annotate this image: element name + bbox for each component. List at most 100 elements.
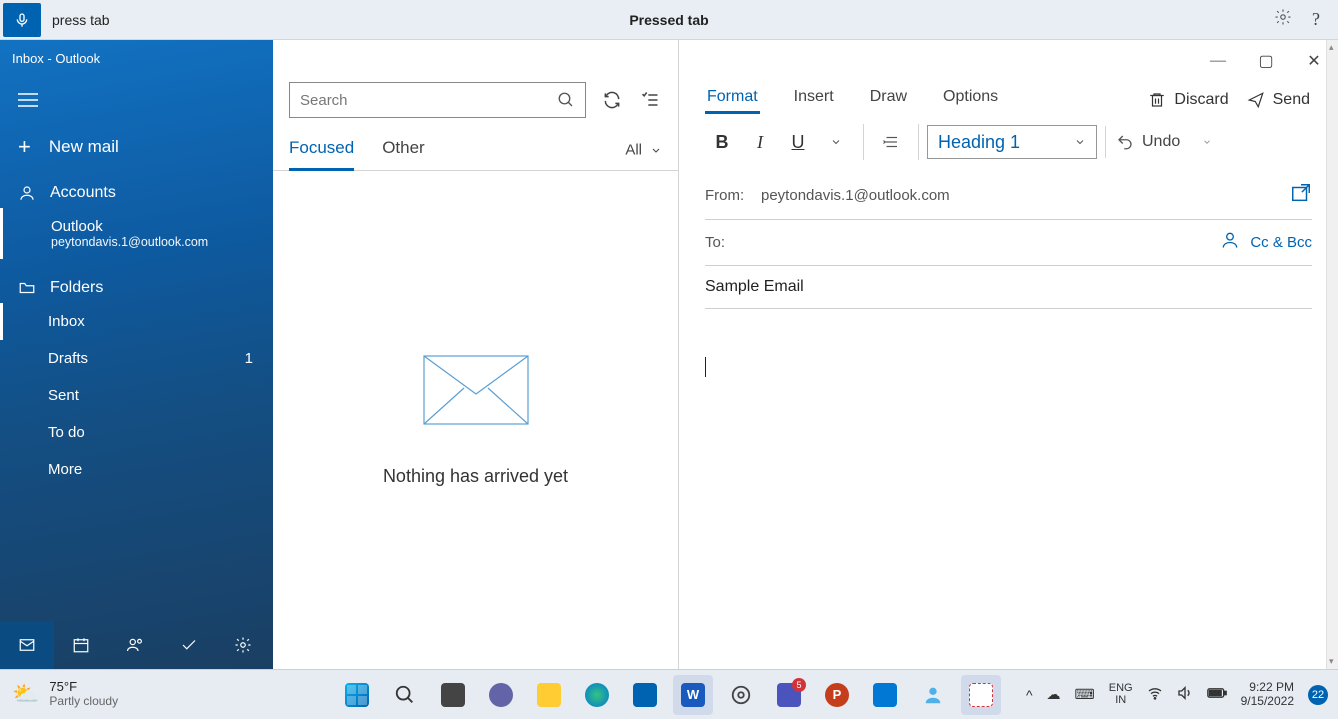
search-placeholder: Search (300, 92, 557, 109)
compose-pane: — ▢ ✕ Format Insert Draw Options Discard… (679, 40, 1338, 669)
ribbon-tab-draw[interactable]: Draw (870, 88, 907, 112)
message-list-pane: Search Focused Other All Nothing has arr… (273, 40, 679, 669)
language-selector[interactable]: ENG IN (1109, 683, 1133, 706)
voice-status: Pressed tab (629, 12, 708, 28)
tray-chevron-icon[interactable]: ^ (1026, 687, 1033, 703)
folders-header[interactable]: Folders (0, 267, 273, 303)
text-caret (705, 357, 706, 377)
search-taskbar-button[interactable] (385, 675, 425, 715)
people-app-icon[interactable] (108, 621, 162, 669)
folder-todo[interactable]: To do (0, 414, 273, 451)
sidebar: Inbox - Outlook + New mail Accounts Outl… (0, 40, 273, 669)
calendar-app-icon[interactable] (54, 621, 108, 669)
task-view-button[interactable] (433, 675, 473, 715)
bold-button[interactable]: B (703, 126, 741, 158)
send-icon (1247, 91, 1265, 109)
hamburger-menu-button[interactable] (18, 88, 42, 112)
folder-drafts[interactable]: Drafts1 (0, 340, 273, 377)
empty-message: Nothing has arrived yet (383, 466, 568, 487)
clock[interactable]: 9:22 PM 9/15/2022 (1241, 681, 1294, 707)
trash-icon (1148, 91, 1166, 109)
tab-other[interactable]: Other (382, 130, 425, 170)
settings-icon[interactable] (216, 621, 270, 669)
style-dropdown[interactable]: Heading 1 (927, 125, 1097, 159)
weather-condition: Partly cloudy (49, 695, 118, 709)
voice-input[interactable] (52, 12, 332, 28)
to-label: To: (705, 234, 761, 251)
weather-widget[interactable]: ⛅ 75°F Partly cloudy (0, 680, 118, 709)
snipping-tool-icon[interactable] (961, 675, 1001, 715)
paragraph-button[interactable] (872, 126, 910, 158)
maximize-button[interactable]: ▢ (1242, 46, 1290, 76)
word-app-icon[interactable]: W (673, 675, 713, 715)
tab-focused[interactable]: Focused (289, 130, 354, 170)
start-button[interactable] (337, 675, 377, 715)
voice-command-bar: Pressed tab ? (0, 0, 1338, 40)
plus-icon: + (18, 136, 31, 158)
weather-icon: ⛅ (12, 681, 39, 707)
onedrive-icon[interactable]: ☁ (1047, 686, 1061, 703)
chevron-down-icon (1202, 137, 1212, 147)
ribbon-tab-options[interactable]: Options (943, 88, 998, 112)
powerpoint-app-icon[interactable]: P (817, 675, 857, 715)
mail-app-icon[interactable] (0, 621, 54, 669)
search-input[interactable]: Search (289, 82, 586, 118)
ribbon-tab-format[interactable]: Format (707, 88, 758, 112)
from-value[interactable]: peytondavis.1@outlook.com (761, 187, 1290, 204)
ime-icon[interactable]: ⌨ (1075, 686, 1095, 703)
account-name: Outlook (51, 218, 255, 235)
chat-app-icon[interactable] (481, 675, 521, 715)
account-email: peytondavis.1@outlook.com (51, 235, 255, 249)
new-mail-label: New mail (49, 137, 119, 157)
from-label: From: (705, 187, 761, 204)
font-more-dropdown[interactable] (817, 126, 855, 158)
battery-icon[interactable] (1207, 686, 1227, 703)
wifi-icon[interactable] (1147, 685, 1163, 704)
new-mail-button[interactable]: + New mail (0, 122, 273, 172)
italic-button[interactable]: I (741, 126, 779, 158)
account-item-outlook[interactable]: Outlook peytondavis.1@outlook.com (0, 208, 273, 259)
folder-more[interactable]: More (0, 451, 273, 488)
settings-gear-icon[interactable] (1274, 8, 1292, 31)
empty-envelope-icon (422, 354, 530, 426)
microphone-button[interactable] (3, 3, 41, 37)
message-body[interactable] (705, 327, 1312, 651)
undo-button[interactable]: Undo (1106, 125, 1222, 159)
help-icon[interactable]: ? (1312, 9, 1320, 30)
people-app-taskbar-icon[interactable] (913, 675, 953, 715)
underline-button[interactable]: U (779, 126, 817, 158)
weather-temp: 75°F (49, 680, 118, 695)
vertical-scrollbar[interactable] (1326, 40, 1338, 669)
select-mode-button[interactable] (638, 88, 662, 112)
folder-sent[interactable]: Sent (0, 377, 273, 414)
microphone-icon (14, 12, 30, 28)
person-icon (18, 184, 36, 202)
window-title: Inbox - Outlook (0, 40, 273, 76)
store-icon[interactable] (625, 675, 665, 715)
filter-dropdown[interactable]: All (625, 142, 662, 159)
sync-button[interactable] (600, 88, 624, 112)
open-new-window-button[interactable] (1290, 182, 1312, 209)
search-icon (557, 91, 575, 109)
mail-app-taskbar-icon[interactable] (865, 675, 905, 715)
subject-field[interactable]: Sample Email (705, 266, 1312, 309)
chevron-down-icon (650, 144, 662, 156)
cc-bcc-button[interactable]: Cc & Bcc (1250, 234, 1312, 251)
send-button[interactable]: Send (1247, 91, 1310, 109)
chevron-down-icon (1074, 136, 1086, 148)
notification-count[interactable]: 22 (1308, 685, 1328, 705)
undo-icon (1116, 133, 1134, 151)
discard-button[interactable]: Discard (1148, 91, 1228, 109)
accounts-header[interactable]: Accounts (0, 172, 273, 208)
todo-app-icon[interactable] (162, 621, 216, 669)
settings-app-icon[interactable] (721, 675, 761, 715)
folder-icon (18, 279, 36, 297)
edge-browser-icon[interactable] (577, 675, 617, 715)
add-contact-button[interactable] (1220, 230, 1240, 255)
file-explorer-icon[interactable] (529, 675, 569, 715)
folder-inbox[interactable]: Inbox (0, 303, 273, 340)
volume-icon[interactable] (1177, 685, 1193, 704)
teams-app-icon[interactable]: 5 (769, 675, 809, 715)
minimize-button[interactable]: — (1194, 46, 1242, 76)
ribbon-tab-insert[interactable]: Insert (794, 88, 834, 112)
